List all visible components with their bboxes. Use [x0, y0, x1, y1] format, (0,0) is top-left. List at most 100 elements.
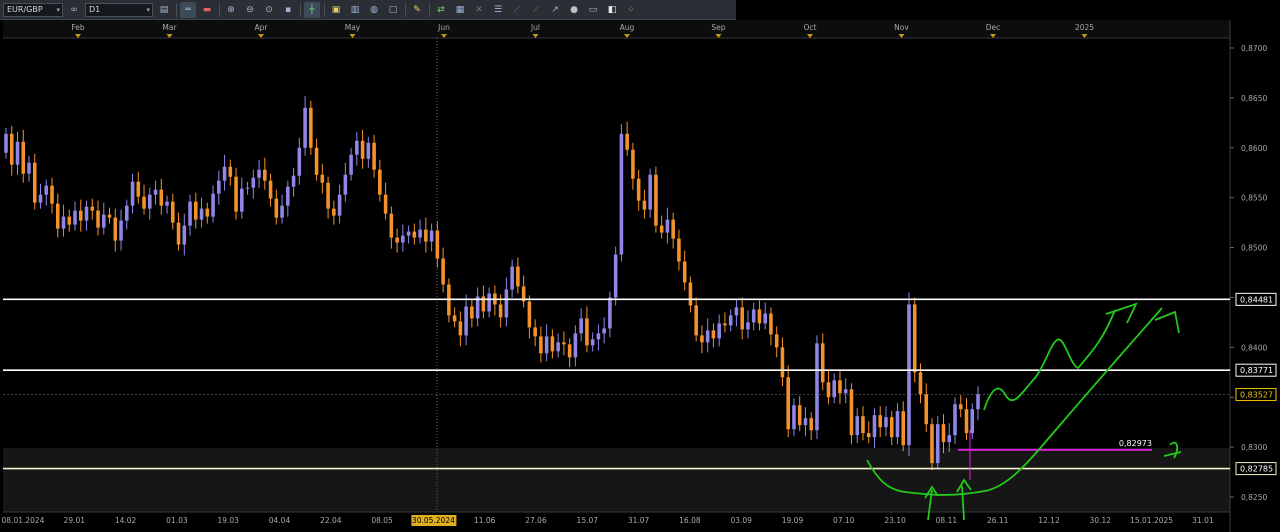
candle-icon[interactable]: ▬ [199, 2, 215, 18]
candle-up [953, 404, 957, 436]
trade-icon[interactable]: ⇄ [433, 2, 449, 18]
candle-up [222, 166, 227, 181]
candle-up [355, 140, 359, 155]
candle-down [964, 409, 969, 434]
date-label: 30.12 [1090, 516, 1112, 525]
candle-down [389, 213, 394, 238]
scroll-icon[interactable]: ▪ [280, 2, 296, 18]
candle-up [487, 293, 491, 312]
candle-down [263, 169, 267, 181]
candle-down [636, 178, 641, 201]
candle-down [820, 343, 825, 383]
candle-up [15, 141, 20, 165]
date-label: 23.10 [884, 516, 906, 525]
text-icon[interactable]: ☰ [490, 2, 506, 18]
candle-down [889, 417, 894, 438]
candle-down [677, 238, 681, 262]
date-label: 04.04 [269, 516, 291, 525]
date-label: 08.11 [936, 516, 958, 525]
candle-down [958, 404, 963, 410]
candle-down [757, 309, 762, 324]
candle-down [797, 405, 802, 426]
pen-icon[interactable]: ✎ [409, 2, 425, 18]
candle-up [349, 154, 353, 175]
date-label: 31.01 [1192, 516, 1214, 525]
candle-down [372, 142, 376, 170]
toolbar-divider [405, 2, 406, 17]
candle-up [188, 201, 192, 226]
candle-down [878, 415, 883, 428]
date-label: 16.08 [679, 516, 701, 525]
candle-up [947, 435, 952, 443]
candle-up [61, 216, 66, 229]
candle-down [234, 176, 238, 212]
price-tick-label: 0,8700 [1241, 44, 1267, 53]
candle-up [504, 289, 509, 318]
toolbar-divider [429, 2, 430, 17]
draw-icon[interactable]: ✕ [471, 2, 487, 18]
chart-toolbar: EUR/GBP ▾ ∞ D1 ▾ ▤ ═ ▬ ⊕ ⊖ ⊙ ▪ ┼ ▣ ▥ ◍ ▢ ✎… [0, 0, 736, 20]
price-tick-label: 0,8500 [1241, 244, 1267, 253]
candle-down [941, 424, 946, 443]
save-icon[interactable]: ▢ [385, 2, 401, 18]
candle-up [297, 147, 302, 176]
candle-down [585, 318, 589, 346]
symbol-value: EUR/GBP [7, 4, 43, 14]
candle-up [895, 411, 900, 438]
candle-down [912, 304, 917, 373]
channel-icon[interactable]: ⟋ [509, 2, 525, 18]
toolbar-divider [324, 2, 325, 17]
candle-down [205, 208, 210, 217]
candle-up [970, 409, 975, 434]
candle-up [429, 230, 434, 242]
candle-down [562, 342, 566, 345]
candle-down [107, 214, 112, 218]
indicator-icon[interactable]: ▥ [347, 2, 363, 18]
chart-type-icon[interactable]: ▤ [156, 2, 172, 18]
crosshair-icon[interactable]: ┼ [304, 1, 320, 18]
price-tick-label: 0,8550 [1241, 194, 1267, 203]
candle-down [550, 336, 555, 352]
level-price-label: 0,83771 [1240, 366, 1273, 375]
date-label: 29.01 [64, 516, 86, 525]
candle-down [539, 336, 543, 354]
price-chart[interactable]: Feb Mar Apr May Jun Jul Aug Sep Oct Nov Dec 2025 0,… [0, 20, 1280, 532]
circle-icon[interactable]: ● [566, 2, 582, 18]
candle-up [705, 330, 710, 343]
candle-up [510, 266, 514, 290]
date-label: 07.10 [833, 516, 855, 525]
date-label: 03.09 [730, 516, 752, 525]
fib-icon[interactable]: ⟋ [528, 2, 544, 18]
link-icon[interactable]: ∞ [66, 2, 82, 18]
candle-up [101, 214, 106, 228]
candle-down [441, 258, 445, 285]
template-icon[interactable]: ▣ [328, 2, 344, 18]
candle-down [176, 222, 181, 245]
candle-up [130, 181, 135, 206]
toolbar-divider [176, 2, 177, 17]
candle-down [332, 208, 336, 216]
candle-down [826, 382, 831, 398]
candle-up [280, 205, 284, 218]
more-icon[interactable]: ⁘ [623, 2, 639, 18]
candle-up [27, 162, 31, 174]
zoom-reset-icon[interactable]: ⊙ [261, 2, 277, 18]
zoom-out-icon[interactable]: ⊖ [242, 2, 258, 18]
candle-down [9, 133, 14, 165]
timeframe-select[interactable]: D1 ▾ [85, 2, 153, 17]
shape-icon[interactable]: ▭ [585, 2, 601, 18]
palette-icon[interactable]: ◍ [366, 2, 382, 18]
candle-up [544, 336, 549, 354]
candle-up [119, 220, 123, 241]
order-icon[interactable]: ▦ [452, 2, 468, 18]
bar-icon[interactable]: ═ [180, 1, 196, 18]
candle-up [291, 175, 296, 187]
zoom-in-icon[interactable]: ⊕ [223, 2, 239, 18]
symbol-select[interactable]: EUR/GBP ▾ [3, 2, 63, 17]
candle-up [907, 304, 911, 446]
candle-up [763, 313, 767, 324]
candle-up [286, 186, 290, 206]
eraser-icon[interactable]: ◧ [604, 2, 620, 18]
arrow-icon[interactable]: ↗ [547, 2, 563, 18]
date-label: 12.12 [1038, 516, 1060, 525]
